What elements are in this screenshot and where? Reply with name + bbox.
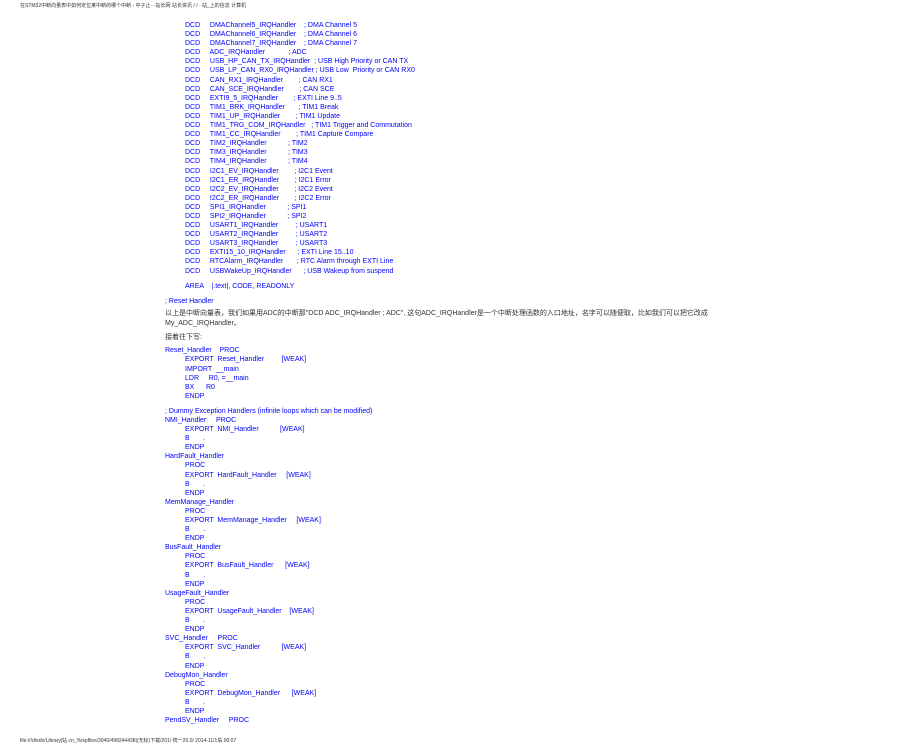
handler-label: MemManage_Handler — [165, 498, 755, 507]
reset-comment: ; Reset Handler — [165, 297, 755, 306]
branch: B . — [165, 571, 755, 580]
narration-text: 以上是中断向量表，我们如果用ADC的中断那"DCD ADC_IRQHandler… — [165, 309, 755, 330]
endp: ENDP — [165, 625, 755, 634]
vector-entry: DCD DMAChannel5_IRQHandler ; DMA Channel… — [165, 21, 755, 30]
vector-entry: DCD EXTI9_5_IRQHandler ; EXTI Line 9..5 — [165, 94, 755, 103]
vector-entry: DCD USART2_IRQHandler ; USART2 — [165, 230, 755, 239]
endp: ENDP — [165, 534, 755, 543]
endp: ENDP — [165, 443, 755, 452]
vector-entry: DCD DMAChannel7_IRQHandler ; DMA Channel… — [165, 39, 755, 48]
handler-label: UsageFault_Handler — [165, 589, 755, 598]
endp: ENDP — [165, 392, 755, 401]
endp: ENDP — [165, 489, 755, 498]
handler-label: SVC_Handler PROC — [165, 634, 755, 643]
handler-label: BusFault_Handler — [165, 543, 755, 552]
vector-entry: DCD TIM1_BRK_IRQHandler ; TIM1 Break — [165, 103, 755, 112]
handler-label: Reset_Handler PROC — [165, 346, 755, 355]
code-instruction: IMPORT __main — [165, 365, 755, 374]
branch: B . — [165, 480, 755, 489]
vector-entry: DCD TIM1_CC_IRQHandler ; TIM1 Capture Co… — [165, 130, 755, 139]
proc: PROC — [165, 461, 755, 470]
export-line: EXPORT MemManage_Handler [WEAK] — [165, 516, 755, 525]
proc: PROC — [165, 507, 755, 516]
proc: PROC — [165, 552, 755, 561]
vector-entry: DCD I2C1_EV_IRQHandler ; I2C1 Event — [165, 167, 755, 176]
vector-entry: DCD USB_HP_CAN_TX_IRQHandler ; USB High … — [165, 57, 755, 66]
vector-entry: DCD USART1_IRQHandler ; USART1 — [165, 221, 755, 230]
handler-label: DebugMon_Handler — [165, 671, 755, 680]
endp: ENDP — [165, 662, 755, 671]
branch: B . — [165, 616, 755, 625]
handler-label: HardFault_Handler — [165, 452, 755, 461]
branch: B . — [165, 434, 755, 443]
endp: ENDP — [165, 707, 755, 716]
export-line: EXPORT NMI_Handler [WEAK] — [165, 425, 755, 434]
code-instruction: BX R0 — [165, 383, 755, 392]
vector-entry: DCD TIM3_IRQHandler ; TIM3 — [165, 148, 755, 157]
branch: B . — [165, 525, 755, 534]
page-header: 在STM32中断向量表中如何定位某中断的哪个中断 - 中子止···站长网 站长资… — [0, 0, 920, 11]
vector-entry: DCD I2C2_ER_IRQHandler ; I2C2 Error — [165, 194, 755, 203]
vector-entry: DCD USBWakeUp_IRQHandler ; USB Wakeup fr… — [165, 267, 755, 276]
vector-entry: DCD TIM1_TRG_COM_IRQHandler ; TIM1 Trigg… — [165, 121, 755, 130]
vector-entry: DCD CAN_RX1_IRQHandler ; CAN RX1 — [165, 76, 755, 85]
vector-entry: DCD I2C2_EV_IRQHandler ; I2C2 Event — [165, 185, 755, 194]
endp: ENDP — [165, 580, 755, 589]
area-directive: AREA |.text|, CODE, READONLY — [165, 282, 755, 291]
handler-label: NMI_Handler PROC — [165, 416, 755, 425]
export-line: EXPORT HardFault_Handler [WEAK] — [165, 471, 755, 480]
vector-entry: DCD DMAChannel6_IRQHandler ; DMA Channel… — [165, 30, 755, 39]
proc: PROC — [165, 598, 755, 607]
vector-entry: DCD I2C1_ER_IRQHandler ; I2C1 Error — [165, 176, 755, 185]
vector-entry: DCD TIM4_IRQHandler ; TIM4 — [165, 157, 755, 166]
vector-entry: DCD TIM2_IRQHandler ; TIM2 — [165, 139, 755, 148]
vector-entry: DCD USB_LP_CAN_RX0_IRQHandler ; USB Low … — [165, 66, 755, 75]
export-line: EXPORT BusFault_Handler [WEAK] — [165, 561, 755, 570]
vector-entry: DCD TIM1_UP_IRQHandler ; TIM1 Update — [165, 112, 755, 121]
dummy-comment: ; Dummy Exception Handlers (infinite loo… — [165, 407, 755, 416]
export-line: EXPORT Reset_Handler [WEAK] — [165, 355, 755, 364]
export-line: EXPORT SVC_Handler [WEAK] — [165, 643, 755, 652]
page-footer: file:///d/edx/Library|站.cn_%/spfiles/304… — [0, 735, 920, 746]
vector-entry: DCD CAN_SCE_IRQHandler ; CAN SCE — [165, 85, 755, 94]
branch: B . — [165, 652, 755, 661]
branch: B . — [165, 698, 755, 707]
export-line: EXPORT DebugMon_Handler [WEAK] — [165, 689, 755, 698]
proc: PROC — [165, 680, 755, 689]
narration-next: 接着往下写: — [165, 333, 755, 344]
document-content: DCD DMAChannel5_IRQHandler ; DMA Channel… — [0, 11, 920, 735]
vector-entry: DCD EXTI15_10_IRQHandler ; EXTI Line 15.… — [165, 248, 755, 257]
handler-label: PendSV_Handler PROC — [165, 716, 755, 725]
vector-entry: DCD USART3_IRQHandler ; USART3 — [165, 239, 755, 248]
code-instruction: LDR R0, =__main — [165, 374, 755, 383]
export-line: EXPORT UsageFault_Handler [WEAK] — [165, 607, 755, 616]
vector-entry: DCD ADC_IRQHandler ; ADC — [165, 48, 755, 57]
vector-entry: DCD SPI1_IRQHandler ; SPI1 — [165, 203, 755, 212]
vector-entry: DCD SPI2_IRQHandler ; SPI2 — [165, 212, 755, 221]
vector-entry: DCD RTCAlarm_IRQHandler ; RTC Alarm thro… — [165, 257, 755, 266]
